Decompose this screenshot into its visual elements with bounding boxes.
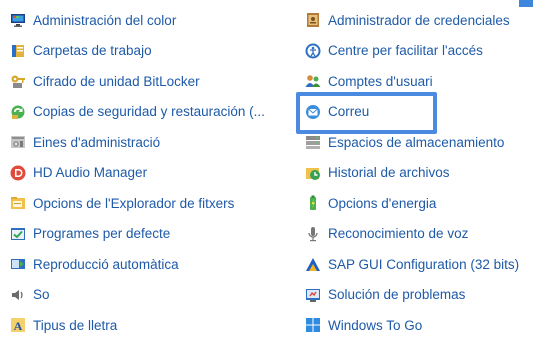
control-panel-item-label[interactable]: So (33, 287, 50, 302)
control-panel-item-copias-de-seguridad-y-restauracion[interactable]: Copias de seguridad y restauración (... (10, 97, 280, 128)
control-panel-item-windows-to-go[interactable]: Windows To Go (305, 310, 533, 341)
control-panel-item-label[interactable]: Copias de seguridad y restauración (... (33, 104, 265, 119)
control-panel-item-label[interactable]: Solución de problemas (328, 287, 465, 302)
control-panel-item-administrador-de-credenciales[interactable]: Administrador de credenciales (305, 5, 533, 36)
control-panel-item-label[interactable]: HD Audio Manager (33, 165, 147, 180)
control-panel-item-solucion-de-problemas[interactable]: Solución de problemas (305, 280, 533, 311)
control-panel-item-label[interactable]: Administración del color (33, 13, 176, 28)
left-column: Administración del color Carpetas de trab… (10, 5, 280, 341)
control-panel-item-label[interactable]: Reconocimiento de voz (328, 226, 468, 241)
microphone-icon (305, 226, 321, 242)
sap-gui-icon (305, 256, 321, 272)
control-panel-item-label[interactable]: Centre per facilitar l'accés (328, 43, 483, 58)
control-panel-item-hd-audio-manager[interactable]: HD Audio Manager (10, 158, 280, 189)
storage-spaces-icon (305, 134, 321, 150)
control-panel-item-label[interactable]: Windows To Go (328, 318, 422, 333)
control-panel-item-so[interactable]: So (10, 280, 280, 311)
control-panel-item-sap-gui-configuration-32-bits[interactable]: SAP GUI Configuration (32 bits) (305, 249, 533, 280)
default-programs-icon (10, 226, 26, 242)
control-panel-item-label[interactable]: Opcions de l'Explorador de fitxers (33, 196, 234, 211)
troubleshooting-icon (305, 287, 321, 303)
autoplay-icon (10, 256, 26, 272)
control-panel-item-label[interactable]: SAP GUI Configuration (32 bits) (328, 257, 519, 272)
credential-manager-icon (305, 12, 321, 28)
control-panel-item-label[interactable]: Cifrado de unidad BitLocker (33, 74, 200, 89)
control-panel-item-label[interactable]: Tipus de lletra (33, 318, 117, 333)
selection-highlight (296, 92, 437, 134)
control-panel-item-label[interactable]: Opcions d'energia (328, 196, 436, 211)
speaker-icon (10, 287, 26, 303)
control-panel-item-label[interactable]: Carpetas de trabajo (33, 43, 152, 58)
monitor-color-icon (10, 12, 26, 28)
control-panel-item-administracion-del-color[interactable]: Administración del color (10, 5, 280, 36)
control-panel-item-label[interactable]: Programes per defecte (33, 226, 170, 241)
control-panel-item-label[interactable]: Eines d'administració (33, 135, 160, 150)
control-panel-item-label[interactable]: Historial de archivos (328, 165, 450, 180)
control-panel-item-reconocimiento-de-voz[interactable]: Reconocimiento de voz (305, 219, 533, 250)
control-panel-item-label[interactable]: Espacios de almacenamiento (328, 135, 504, 150)
control-panel-item-eines-d-administracio[interactable]: Eines d'administració (10, 127, 280, 158)
file-history-icon (305, 165, 321, 181)
user-accounts-icon (305, 73, 321, 89)
control-panel-item-opcions-d-energia[interactable]: Opcions d'energia (305, 188, 533, 219)
folder-options-icon (10, 195, 26, 211)
control-panel-item-label[interactable]: Reproducció automàtica (33, 257, 179, 272)
svg-text:A: A (14, 319, 23, 333)
control-panel-item-tipus-de-lletra[interactable]: A Tipus de lletra (10, 310, 280, 341)
admin-tools-icon (10, 134, 26, 150)
power-options-icon (305, 195, 321, 211)
control-panel-item-historial-de-archivos[interactable]: Historial de archivos (305, 158, 533, 189)
bitlocker-key-icon (10, 73, 26, 89)
control-panel-item-carpetas-de-trabajo[interactable]: Carpetas de trabajo (10, 36, 280, 67)
backup-restore-icon (10, 104, 26, 120)
control-panel-item-label[interactable]: Administrador de credenciales (328, 13, 510, 28)
control-panel-item-opcions-de-l-explorador-de-fitxers[interactable]: Opcions de l'Explorador de fitxers (10, 188, 280, 219)
work-folders-icon (10, 43, 26, 59)
right-column: Administrador de credenciales Centre per … (305, 5, 533, 341)
control-panel-item-reproduccio-automatica[interactable]: Reproducció automàtica (10, 249, 280, 280)
windows-to-go-icon (305, 317, 321, 333)
control-panel-item-cifrado-de-unidad-bitlocker[interactable]: Cifrado de unidad BitLocker (10, 66, 280, 97)
control-panel-items: Administración del color Carpetas de trab… (0, 0, 533, 334)
control-panel-item-centre-per-facilitar-l-acces[interactable]: Centre per facilitar l'accés (305, 36, 533, 67)
fonts-icon: A (10, 317, 26, 333)
hd-audio-icon (10, 165, 26, 181)
ease-of-access-icon (305, 43, 321, 59)
control-panel-item-label[interactable]: Comptes d'usuari (328, 74, 433, 89)
control-panel-item-programes-per-defecte[interactable]: Programes per defecte (10, 219, 280, 250)
